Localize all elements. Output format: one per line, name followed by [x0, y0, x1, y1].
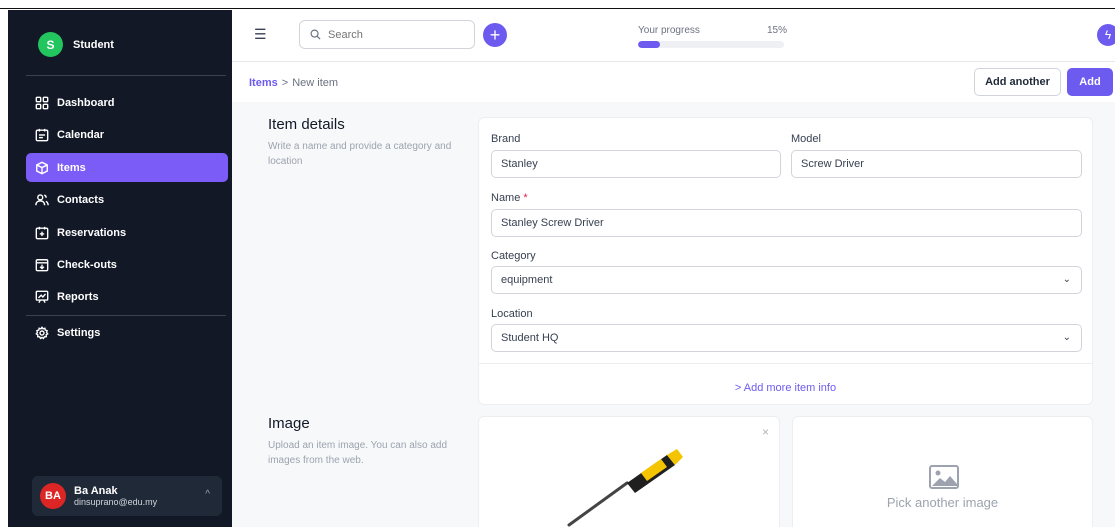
category-label: Category — [491, 250, 536, 262]
breadcrumb-root-link[interactable]: Items — [249, 77, 278, 89]
location-select[interactable]: Student HQ ⌄ — [491, 324, 1082, 352]
sidebar-item-label: Dashboard — [57, 96, 115, 109]
avatar: BA — [40, 483, 66, 509]
search-box[interactable] — [299, 20, 475, 49]
sidebar-item-label: Items — [57, 161, 86, 174]
sidebar-divider — [26, 75, 226, 76]
name-label: Name * — [491, 192, 528, 204]
sidebar-item-reservations[interactable]: Reservations — [26, 218, 228, 247]
image-preview-card: × — [478, 416, 780, 527]
sidebar-item-items[interactable]: Items — [26, 153, 228, 182]
cube-icon — [36, 161, 48, 174]
category-value: equipment — [501, 274, 553, 286]
screwdriver-image — [567, 449, 683, 527]
name-label-text: Name — [491, 192, 521, 204]
required-mark: * — [523, 192, 528, 204]
item-details-title: Item details — [268, 116, 345, 133]
search-icon — [310, 29, 321, 40]
sidebar-item-check-outs[interactable]: Check-outs — [26, 250, 228, 279]
add-another-button[interactable]: Add another — [974, 68, 1061, 96]
add-more-info-link[interactable]: > Add more item info — [479, 382, 1092, 394]
main-content: Item details Write a name and provide a … — [232, 102, 1115, 527]
breadcrumb: Items > New item — [249, 77, 338, 89]
sidebar-item-reports[interactable]: Reports — [26, 282, 228, 311]
location-label: Location — [491, 308, 533, 320]
model-label: Model — [791, 133, 821, 145]
pick-another-image-label: Pick another image — [886, 495, 999, 510]
reservations-icon — [35, 226, 49, 239]
category-select[interactable]: equipment ⌄ — [491, 266, 1082, 294]
card-divider — [479, 363, 1092, 364]
progress-bar-fill — [638, 41, 660, 48]
progress-label: Your progress — [638, 25, 700, 36]
bolt-button[interactable]: ϟ — [1097, 24, 1115, 46]
chevron-up-icon: ^ — [205, 489, 210, 500]
page-header: Items > New item Add another Add — [232, 62, 1115, 102]
sidebar-item-label: Reservations — [57, 226, 127, 239]
sidebar-item-label: Calendar — [57, 128, 105, 141]
sidebar-item-calendar[interactable]: Calendar — [26, 120, 228, 149]
sidebar-item-label: Reports — [57, 290, 99, 303]
checkout-icon — [35, 258, 49, 271]
close-icon[interactable]: × — [762, 425, 769, 439]
workspace-name: Student — [73, 38, 114, 51]
dashboard-icon — [35, 96, 49, 109]
plus-icon: + — [489, 25, 501, 45]
breadcrumb-current: New item — [292, 77, 339, 89]
user-menu[interactable]: BA Ba Anak dinsuprano@edu.my ^ — [32, 476, 222, 516]
contacts-icon — [35, 193, 49, 205]
item-details-description: Write a name and provide a category and … — [268, 141, 452, 167]
sidebar-item-settings[interactable]: Settings — [26, 318, 228, 347]
progress-bar — [638, 41, 784, 48]
pick-image-card[interactable]: Pick another image — [792, 416, 1093, 527]
sidebar-item-dashboard[interactable]: Dashboard — [26, 88, 228, 117]
progress-percent: 15% — [767, 25, 788, 36]
sidebar-item-contacts[interactable]: Contacts — [26, 185, 228, 214]
gear-icon — [35, 325, 49, 339]
top-border — [0, 0, 1115, 9]
workspace-avatar: S — [38, 32, 63, 57]
chevron-down-icon: ⌄ — [1062, 274, 1071, 285]
breadcrumb-separator: > — [281, 77, 289, 89]
location-value: Student HQ — [501, 332, 559, 344]
user-name: Ba Anak — [74, 485, 118, 497]
quick-add-button[interactable]: + — [483, 23, 507, 47]
image-section-description: Upload an item image. You can also add i… — [268, 440, 448, 466]
add-button[interactable]: Add — [1067, 68, 1113, 96]
search-input[interactable] — [328, 28, 458, 41]
sidebar-divider — [26, 315, 226, 316]
sidebar: S Student Dashboard Calendar Items Conta… — [8, 10, 232, 527]
workspace-switcher[interactable]: S Student — [38, 32, 114, 57]
brand-field[interactable]: Stanley — [491, 150, 781, 178]
chevron-down-icon: ⌄ — [1062, 332, 1071, 343]
sidebar-item-label: Settings — [57, 326, 101, 339]
reports-icon — [35, 290, 49, 303]
sidebar-item-label: Contacts — [57, 193, 105, 206]
calendar-icon — [35, 128, 49, 141]
image-section-title: Image — [268, 415, 310, 432]
sidebar-item-label: Check-outs — [57, 258, 117, 271]
name-field[interactable]: Stanley Screw Driver — [491, 209, 1082, 237]
bolt-icon: ϟ — [1104, 28, 1112, 42]
user-email: dinsuprano@edu.my — [74, 497, 158, 507]
model-field[interactable]: Screw Driver — [791, 150, 1082, 178]
brand-label: Brand — [491, 133, 521, 145]
image-icon — [929, 465, 959, 489]
top-bar: ☰ + Your progress 15% ϟ — [232, 10, 1115, 62]
item-details-card: Brand Stanley Model Screw Driver Name * … — [478, 117, 1093, 405]
hamburger-menu-icon[interactable]: ☰ — [254, 26, 267, 43]
